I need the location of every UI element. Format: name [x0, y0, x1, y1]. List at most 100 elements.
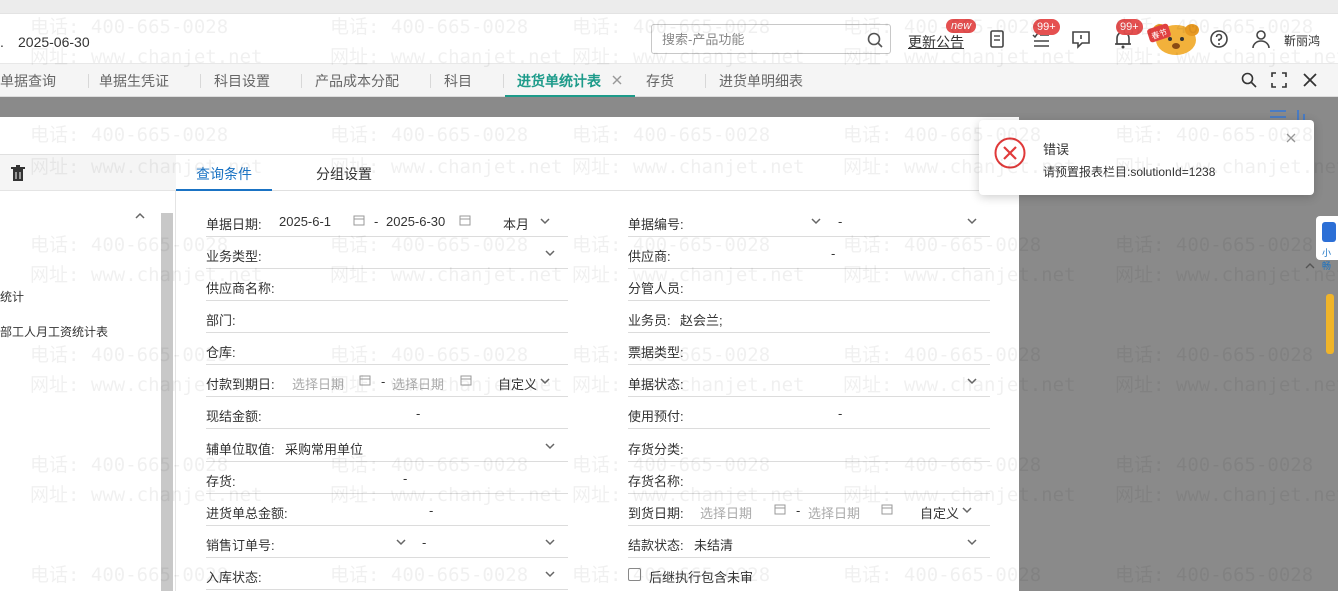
toast-title: 错误 [1043, 142, 1070, 157]
field-in-status[interactable]: 入库状态: [206, 558, 568, 590]
field-arrival-date: 到货日期: 选择日期 - 选择日期 自定义 [628, 494, 990, 526]
tab-separator [301, 74, 302, 88]
bill-date-from[interactable]: 2025-6-1 [279, 214, 331, 229]
pay-due-from[interactable]: 选择日期 [292, 374, 344, 393]
search-icon[interactable] [866, 31, 884, 49]
field-bill-status[interactable]: 单据状态: [628, 365, 990, 397]
chevron-down-icon[interactable] [544, 248, 556, 258]
field-warehouse[interactable]: 仓库: [206, 333, 568, 365]
pay-due-to[interactable]: 选择日期 [392, 374, 444, 393]
chevron-down-icon[interactable] [544, 441, 556, 451]
field-settle-status[interactable]: 结款状态: 未结清 [628, 526, 990, 558]
tab-separator [430, 74, 431, 88]
tab-separator [88, 74, 89, 88]
field-receipt-type[interactable]: 票据类型: [628, 333, 990, 365]
chevron-down-icon[interactable] [810, 216, 822, 226]
document-icon[interactable] [986, 28, 1008, 50]
message-icon[interactable] [1070, 28, 1092, 50]
field-dept[interactable]: 部门: [206, 301, 568, 333]
tab-close-icon[interactable] [610, 73, 624, 87]
tab-separator [503, 74, 504, 88]
scheme-item[interactable]: 部工人月工资统计表 [0, 323, 108, 340]
bill-date-range-select[interactable]: 本月 [503, 214, 529, 233]
field-inv-category[interactable]: 存货分类: [628, 430, 990, 462]
field-biz-type[interactable]: 业务类型: [206, 237, 568, 269]
chevron-down-icon[interactable] [544, 569, 556, 579]
tab-purchase-detail[interactable]: 进货单明细表 [719, 64, 803, 97]
field-supplier-name[interactable]: 供应商名称: [206, 269, 568, 301]
top-bar: .2025-06-30 更新公告 new 99+ 99+ 春节 靳丽鸿 [0, 14, 1338, 64]
scheme-scrollbar-thumb[interactable] [161, 213, 173, 591]
tab-subject-settings[interactable]: 科目设置 [214, 64, 270, 97]
tab-subject[interactable]: 科目 [444, 64, 472, 97]
search-box[interactable] [651, 24, 891, 54]
assistant-widget[interactable]: 小畅 [1316, 216, 1338, 271]
chevron-down-icon[interactable] [966, 376, 978, 386]
calendar-icon[interactable] [359, 374, 371, 386]
toast-message: 请预置报表栏目:solutionId=1238 [1043, 165, 1216, 179]
tab-inventory[interactable]: 存货 [646, 64, 674, 97]
aux-unit-value[interactable]: 采购常用单位 [285, 439, 363, 458]
bell-badge: 99+ [1116, 19, 1143, 35]
chevron-down-icon[interactable] [966, 537, 978, 547]
chevron-down-icon[interactable] [539, 376, 551, 386]
update-notice-link[interactable]: 更新公告 [908, 32, 964, 52]
field-aux-unit[interactable]: 辅单位取值: 采购常用单位 [206, 430, 568, 462]
field-bill-date: 单据日期: 2025-6-1 - 2025-6-30 本月 [206, 205, 568, 237]
tab-cost-allocation[interactable]: 产品成本分配 [315, 64, 399, 97]
calendar-icon[interactable] [881, 503, 893, 515]
field-supplier[interactable]: 供应商: - [628, 237, 990, 269]
calendar-icon[interactable] [774, 503, 786, 515]
arrival-from[interactable]: 选择日期 [700, 503, 752, 522]
tab-group-settings[interactable]: 分组设置 [316, 155, 372, 191]
follow-unaudited-checkbox[interactable] [628, 568, 641, 581]
arrival-range-select[interactable]: 自定义 [920, 503, 959, 522]
chevron-up-icon[interactable] [1305, 262, 1315, 270]
query-tabs: 查询条件 分组设置 [176, 155, 1019, 191]
chevron-down-icon[interactable] [961, 505, 973, 515]
chevron-down-icon[interactable] [544, 537, 556, 547]
calendar-icon[interactable] [353, 214, 365, 226]
field-total-amount[interactable]: 进货单总金额: - [206, 494, 568, 526]
bill-date-to[interactable]: 2025-6-30 [386, 214, 445, 229]
help-icon[interactable] [1208, 28, 1230, 50]
field-manager[interactable]: 分管人员: [628, 269, 990, 301]
scheme-toolbar [0, 155, 176, 191]
close-all-tabs-icon[interactable] [1301, 71, 1319, 89]
user-icon[interactable] [1250, 28, 1272, 50]
arrival-to[interactable]: 选择日期 [808, 503, 860, 522]
field-prepay[interactable]: 使用预付: - [628, 397, 990, 429]
chevron-down-icon[interactable] [966, 216, 978, 226]
pay-due-range-select[interactable]: 自定义 [498, 374, 537, 393]
salesman-value[interactable]: 赵会兰; [680, 310, 723, 329]
assistant-label: 小畅 [1322, 248, 1332, 271]
tab-separator [200, 74, 201, 88]
tab-bill-query[interactable]: 单据查询 [0, 64, 56, 97]
tab-query-conditions[interactable]: 查询条件 [176, 155, 272, 191]
assistant-icon [1322, 222, 1336, 242]
trash-icon[interactable] [9, 164, 27, 182]
calendar-icon[interactable] [460, 374, 472, 386]
chevron-down-icon[interactable] [395, 537, 407, 547]
field-inv-name[interactable]: 存货名称: [628, 462, 990, 494]
scheme-item[interactable]: 统计 [0, 288, 24, 305]
field-inventory[interactable]: 存货: - [206, 462, 568, 494]
search-input[interactable] [652, 25, 862, 53]
settle-status-value[interactable]: 未结清 [694, 535, 733, 554]
fullscreen-icon[interactable] [1270, 71, 1288, 89]
field-cash-amount[interactable]: 现结金额: - [206, 397, 568, 429]
field-salesman[interactable]: 业务员: 赵会兰; [628, 301, 990, 333]
error-toast: 错误 请预置报表栏目:solutionId=1238 [979, 120, 1314, 195]
field-sales-order: 销售订单号: - [206, 526, 568, 558]
error-icon [994, 137, 1026, 169]
tab-search-icon[interactable] [1240, 71, 1258, 89]
follow-unaudited-label: 后继执行包含未审 [649, 570, 754, 585]
username[interactable]: 靳丽鸿 [1284, 32, 1320, 49]
chevron-down-icon[interactable] [539, 216, 551, 226]
mascot-icon[interactable]: 春节 [1146, 20, 1200, 58]
chevron-up-icon[interactable] [134, 211, 146, 221]
close-icon[interactable] [1285, 132, 1297, 144]
tab-bill-voucher[interactable]: 单据生凭证 [99, 64, 169, 97]
page-scrollbar-thumb[interactable] [1326, 294, 1334, 354]
calendar-icon[interactable] [459, 214, 471, 226]
